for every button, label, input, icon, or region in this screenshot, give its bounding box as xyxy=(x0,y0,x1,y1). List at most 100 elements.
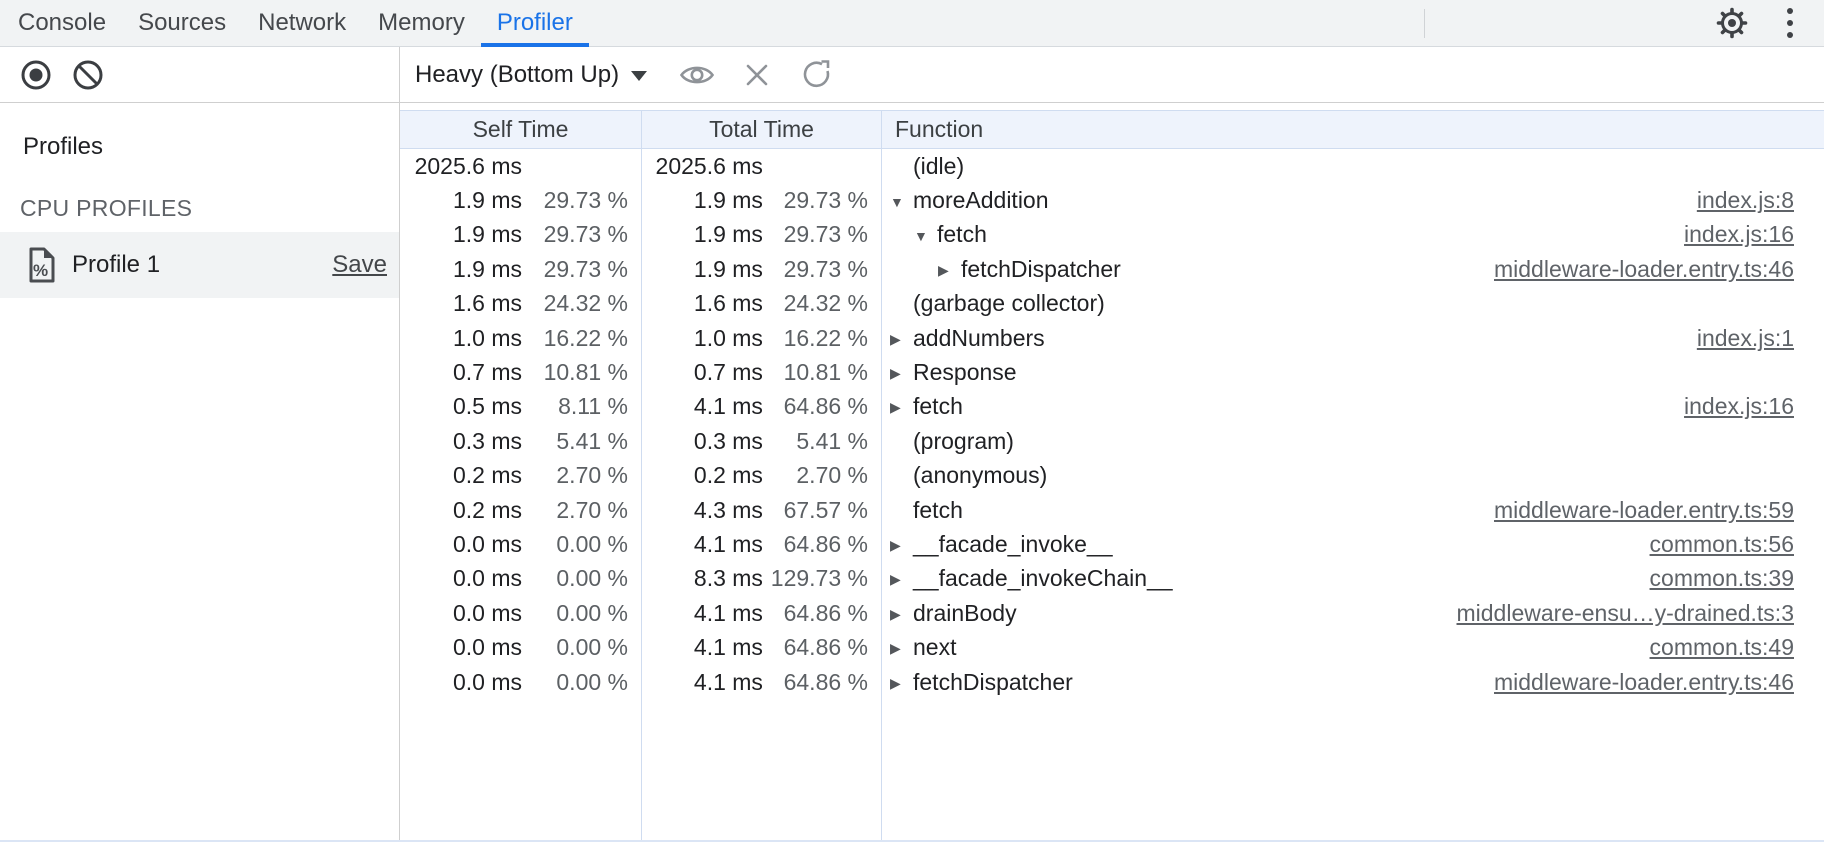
source-link[interactable]: index.js:8 xyxy=(1697,187,1824,214)
record-icon[interactable] xyxy=(20,59,52,91)
chevron-collapsed-icon[interactable]: ▶ xyxy=(890,673,913,692)
function-cell[interactable]: ▶addNumbersindex.js:1 xyxy=(882,321,1824,355)
function-cell[interactable]: fetchmiddleware-loader.entry.ts:59 xyxy=(882,493,1824,527)
percent-value: 16.22 % xyxy=(522,325,641,352)
function-cell[interactable]: ▶fetchindex.js:16 xyxy=(882,390,1824,424)
function-cell[interactable]: ▶Response xyxy=(882,355,1824,389)
chevron-collapsed-icon[interactable]: ▶ xyxy=(890,638,913,657)
total-time-cell[interactable]: 1.6 ms24.32 % xyxy=(642,287,881,321)
self-time-cell[interactable]: 1.6 ms24.32 % xyxy=(400,287,641,321)
source-link[interactable]: index.js:16 xyxy=(1684,221,1824,248)
chevron-collapsed-icon[interactable]: ▶ xyxy=(890,604,913,623)
chevron-collapsed-icon[interactable]: ▶ xyxy=(938,260,961,279)
total-time-cell[interactable]: 4.3 ms67.57 % xyxy=(642,493,881,527)
percent-value: 10.81 % xyxy=(763,359,881,386)
function-cell[interactable]: ▶fetchDispatcher middleware-loader.entry.… xyxy=(882,665,1824,699)
self-time-cell[interactable]: 0.2 ms2.70 % xyxy=(400,493,641,527)
chevron-collapsed-icon[interactable]: ▶ xyxy=(890,535,913,554)
chevron-collapsed-icon[interactable]: ▶ xyxy=(890,329,913,348)
function-cell[interactable]: (idle) xyxy=(882,149,1824,183)
self-time-cell[interactable]: 2025.6 ms xyxy=(400,149,641,183)
chevron-collapsed-icon[interactable]: ▶ xyxy=(890,397,913,416)
self-time-cell[interactable]: 1.9 ms29.73 % xyxy=(400,252,641,286)
self-time-cell[interactable]: 0.2 ms2.70 % xyxy=(400,459,641,493)
self-time-cell[interactable]: 1.9 ms29.73 % xyxy=(400,183,641,217)
overflow-menu-icon[interactable] xyxy=(1768,1,1812,45)
total-time-cell[interactable]: 1.9 ms29.73 % xyxy=(642,183,881,217)
total-time-cell[interactable]: 4.1 ms64.86 % xyxy=(642,630,881,664)
total-time-cell[interactable]: 1.0 ms16.22 % xyxy=(642,321,881,355)
gear-icon[interactable] xyxy=(1710,1,1754,45)
total-time-cell[interactable]: 8.3 ms129.73 % xyxy=(642,562,881,596)
time-value: 4.1 ms xyxy=(642,531,763,558)
self-time-cell[interactable]: 0.3 ms5.41 % xyxy=(400,424,641,458)
refresh-icon[interactable] xyxy=(797,55,837,95)
source-link[interactable]: index.js:16 xyxy=(1684,393,1824,420)
function-cell[interactable]: (program) xyxy=(882,424,1824,458)
function-cell[interactable]: ▶nextcommon.ts:49 xyxy=(882,630,1824,664)
total-time-cell[interactable]: 1.9 ms29.73 % xyxy=(642,252,881,286)
function-name: (anonymous) xyxy=(913,462,1047,489)
function-cell[interactable]: ▶drainBodymiddleware-ensu…y-drained.ts:3 xyxy=(882,596,1824,630)
time-value: 0.3 ms xyxy=(642,428,763,455)
source-link[interactable]: common.ts:49 xyxy=(1650,634,1824,661)
tab-memory[interactable]: Memory xyxy=(362,0,481,46)
function-cell[interactable]: (garbage collector) xyxy=(882,287,1824,321)
tab-sources[interactable]: Sources xyxy=(122,0,242,46)
chevron-collapsed-icon[interactable]: ▶ xyxy=(890,569,913,588)
self-time-cell[interactable]: 0.0 ms0.00 % xyxy=(400,630,641,664)
function-name: fetchDispatcher xyxy=(913,669,1073,696)
function-cell[interactable]: ▶__facade_invokeChain__common.ts:39 xyxy=(882,562,1824,596)
tab-network[interactable]: Network xyxy=(242,0,362,46)
total-time-cell[interactable]: 2025.6 ms xyxy=(642,149,881,183)
total-time-cell[interactable]: 0.2 ms2.70 % xyxy=(642,459,881,493)
percent-value: 29.73 % xyxy=(522,221,641,248)
source-link[interactable]: index.js:1 xyxy=(1697,325,1824,352)
chevron-expanded-icon[interactable]: ▼ xyxy=(914,226,937,244)
source-link[interactable]: middleware-loader.entry.ts:46 xyxy=(1494,669,1824,696)
function-cell[interactable]: ▼moreAdditionindex.js:8 xyxy=(882,183,1824,217)
total-time-cell[interactable]: 4.1 ms64.86 % xyxy=(642,527,881,561)
total-time-cell[interactable]: 4.1 ms64.86 % xyxy=(642,665,881,699)
self-time-cell[interactable]: 0.7 ms10.81 % xyxy=(400,355,641,389)
view-mode-dropdown[interactable]: Heavy (Bottom Up) xyxy=(415,61,647,89)
self-time-cell[interactable]: 1.9 ms29.73 % xyxy=(400,218,641,252)
function-cell[interactable]: ▶fetchDispatchermiddleware-loader.entry.… xyxy=(882,252,1824,286)
total-time-cell[interactable]: 4.1 ms64.86 % xyxy=(642,390,881,424)
self-time-cell[interactable]: 0.0 ms0.00 % xyxy=(400,596,641,630)
total-time-cell[interactable]: 4.1 ms64.86 % xyxy=(642,596,881,630)
close-icon[interactable] xyxy=(737,55,777,95)
percent-value: 64.86 % xyxy=(763,531,881,558)
sidebar-item-profile-1[interactable]: % Profile 1 Save xyxy=(0,232,399,298)
eye-icon[interactable] xyxy=(677,55,717,95)
self-time-cell[interactable]: 0.0 ms0.00 % xyxy=(400,665,641,699)
clear-icon[interactable] xyxy=(72,59,104,91)
tab-console[interactable]: Console xyxy=(2,0,122,46)
function-cell[interactable]: ▶__facade_invoke__common.ts:56 xyxy=(882,527,1824,561)
function-cell[interactable]: (anonymous) xyxy=(882,459,1824,493)
percent-value: 64.86 % xyxy=(763,669,881,696)
chevron-collapsed-icon[interactable]: ▶ xyxy=(890,363,913,382)
self-time-cell[interactable]: 0.0 ms0.00 % xyxy=(400,562,641,596)
time-value: 1.9 ms xyxy=(642,221,763,248)
total-time-cell[interactable]: 0.7 ms10.81 % xyxy=(642,355,881,389)
source-link[interactable]: common.ts:56 xyxy=(1650,531,1824,558)
self-time-column-header[interactable]: Self Time xyxy=(400,110,641,149)
function-column-header[interactable]: Function xyxy=(882,110,1824,149)
chevron-expanded-icon[interactable]: ▼ xyxy=(890,192,913,210)
self-time-cell[interactable]: 0.5 ms8.11 % xyxy=(400,390,641,424)
source-link[interactable]: middleware-loader.entry.ts:46 xyxy=(1494,256,1824,283)
source-link[interactable]: middleware-loader.entry.ts:59 xyxy=(1494,497,1824,524)
total-time-cell[interactable]: 1.9 ms29.73 % xyxy=(642,218,881,252)
save-profile-link[interactable]: Save xyxy=(332,251,387,279)
total-time-cell[interactable]: 0.3 ms5.41 % xyxy=(642,424,881,458)
source-link[interactable]: common.ts:39 xyxy=(1650,565,1824,592)
source-link[interactable]: middleware-ensu…y-drained.ts:3 xyxy=(1457,600,1824,627)
self-time-cell[interactable]: 1.0 ms16.22 % xyxy=(400,321,641,355)
total-time-column-header[interactable]: Total Time xyxy=(642,110,881,149)
self-time-cell[interactable]: 0.0 ms0.00 % xyxy=(400,527,641,561)
percent-value: 64.86 % xyxy=(763,600,881,627)
percent-value: 29.73 % xyxy=(522,187,641,214)
function-cell[interactable]: ▼fetchindex.js:16 xyxy=(882,218,1824,252)
tab-profiler[interactable]: Profiler xyxy=(481,0,589,46)
